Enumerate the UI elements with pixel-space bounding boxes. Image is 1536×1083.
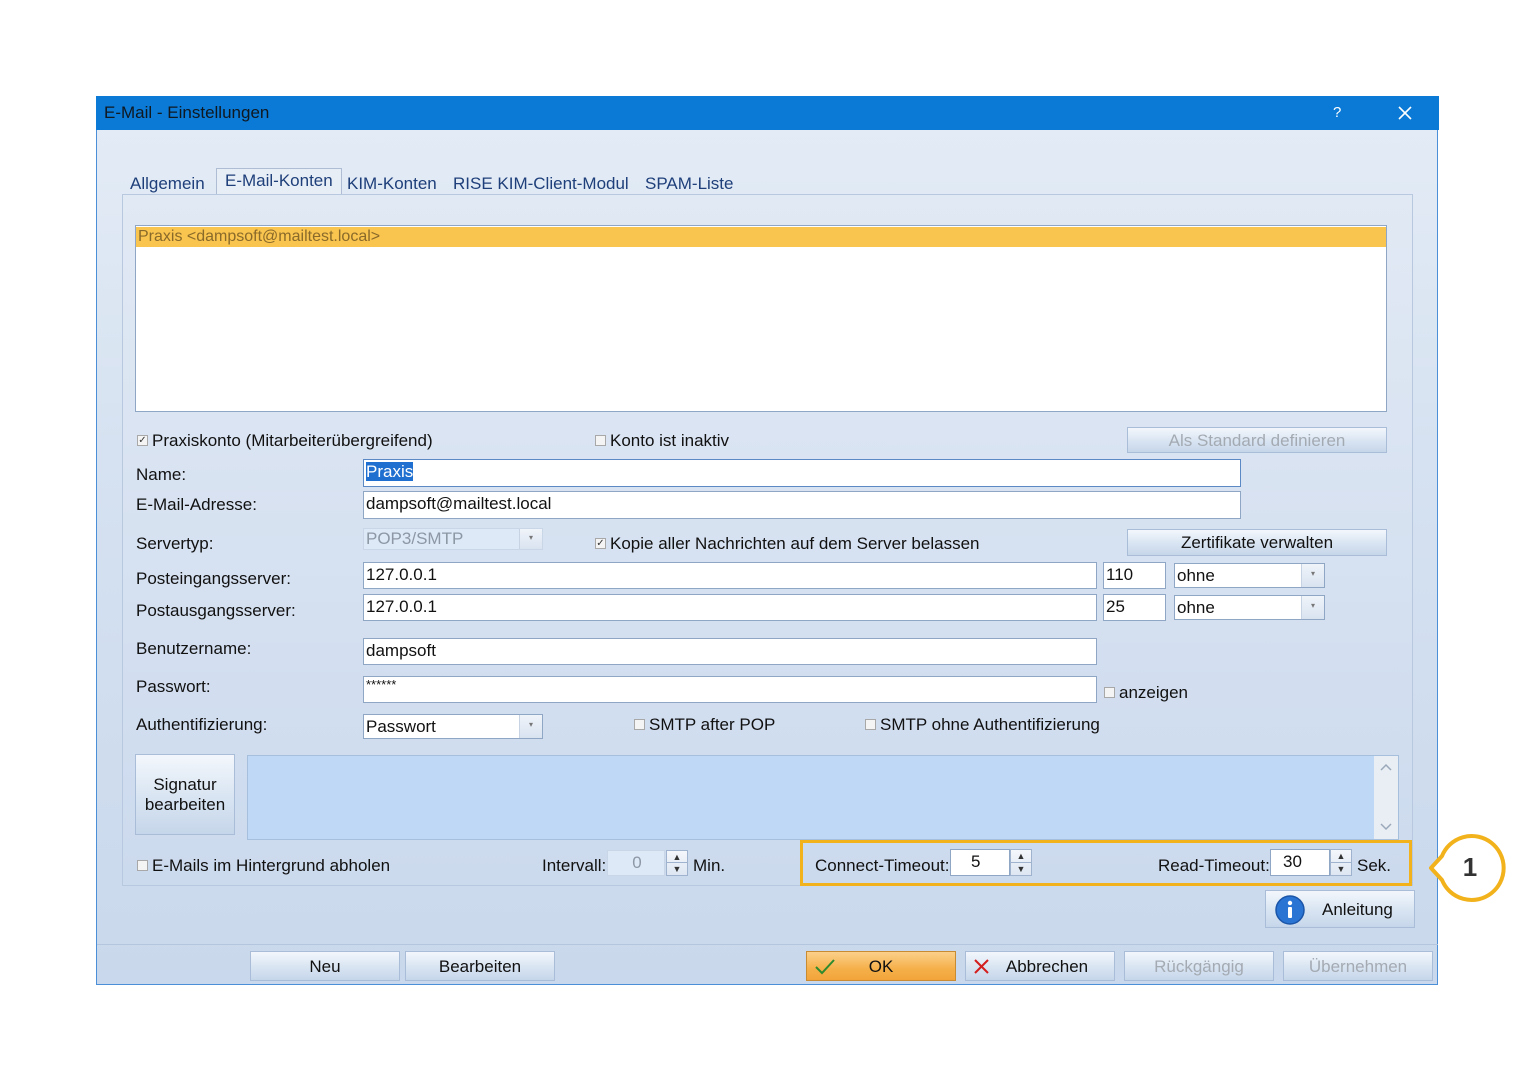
- smtp-after-pop-checkbox[interactable]: [634, 719, 645, 730]
- passwort-label: Passwort:: [136, 677, 211, 696]
- smtp-ohne-auth-checkbox[interactable]: [865, 719, 876, 730]
- email-label: E-Mail-Adresse:: [136, 495, 257, 514]
- posteingang-field[interactable]: 127.0.0.1: [363, 562, 1097, 589]
- account-list-item[interactable]: Praxis <dampsoft@mailtest.local>: [136, 227, 1386, 247]
- postausgang-field[interactable]: 127.0.0.1: [363, 594, 1097, 621]
- ok-label: OK: [868, 957, 894, 976]
- praxiskonto-checkbox[interactable]: ✓: [137, 435, 148, 446]
- footer-divider: [97, 944, 1438, 945]
- email-field[interactable]: dampsoft@mailtest.local: [363, 491, 1241, 519]
- hintergrund-label: E-Mails im Hintergrund abholen: [152, 856, 391, 875]
- posteingang-encryption-value: ohne: [1177, 566, 1215, 585]
- abbrechen-label: Abbrechen: [1005, 957, 1089, 976]
- smtp-after-pop-label: SMTP after POP: [649, 715, 776, 734]
- tab-allgemein[interactable]: Allgemein: [130, 174, 205, 194]
- signatur-button-line-1: Signatur: [153, 775, 217, 794]
- signatur-scrollbar[interactable]: [1374, 756, 1398, 839]
- posteingang-label: Posteingangsserver:: [136, 569, 291, 588]
- postausgang-encryption-dropdown-button[interactable]: ▾: [1301, 596, 1324, 619]
- zertifikate-verwalten-button[interactable]: Zertifikate verwalten: [1127, 529, 1387, 556]
- name-label: Name:: [136, 465, 187, 484]
- konto-inaktiv-checkbox[interactable]: [595, 435, 606, 446]
- smtp-ohne-auth-label: SMTP ohne Authentifizierung: [880, 715, 1100, 734]
- close-button[interactable]: [1395, 103, 1415, 123]
- info-icon: [1275, 895, 1305, 925]
- anzeigen-label: anzeigen: [1119, 683, 1189, 702]
- anleitung-label: Anleitung: [1322, 900, 1393, 919]
- intervall-field[interactable]: 0: [607, 850, 665, 876]
- timeout-highlight-frame: [800, 840, 1412, 886]
- servertyp-dropdown-button[interactable]: ▾: [519, 529, 542, 549]
- intervall-label: Intervall:: [542, 856, 607, 875]
- help-button[interactable]: ?: [1333, 104, 1341, 121]
- passwort-field[interactable]: ******: [363, 676, 1097, 703]
- postausgang-port-field[interactable]: 25: [1103, 594, 1166, 621]
- neu-button[interactable]: Neu: [250, 951, 400, 981]
- authentifizierung-label: Authentifizierung:: [136, 715, 268, 734]
- servertyp-label: Servertyp:: [136, 534, 214, 553]
- posteingang-encryption-dropdown-button[interactable]: ▾: [1301, 564, 1324, 587]
- abbrechen-button[interactable]: Abbrechen: [965, 951, 1115, 981]
- anzeigen-checkbox[interactable]: [1104, 687, 1115, 698]
- anleitung-button[interactable]: Anleitung: [1265, 890, 1415, 928]
- rueckgaengig-button[interactable]: Rückgängig: [1124, 951, 1274, 981]
- stepper-down-icon[interactable]: ▼: [667, 863, 687, 875]
- intervall-stepper[interactable]: ▲ ▼: [666, 850, 688, 876]
- signatur-bearbeiten-button[interactable]: Signatur bearbeiten: [135, 754, 235, 835]
- praxiskonto-label: Praxiskonto (Mitarbeiterübergreifend): [152, 431, 433, 450]
- account-list-item-label: Praxis <dampsoft@mailtest.local>: [138, 228, 381, 245]
- signatur-textarea[interactable]: [247, 755, 1399, 840]
- signatur-button-line-2: bearbeiten: [144, 795, 226, 814]
- bearbeiten-button[interactable]: Bearbeiten: [405, 951, 555, 981]
- chevron-down-icon: ▾: [528, 533, 533, 542]
- benutzername-label: Benutzername:: [136, 639, 252, 658]
- account-list[interactable]: [135, 225, 1387, 412]
- stepper-up-icon[interactable]: ▲: [667, 851, 687, 863]
- cancel-icon: [974, 959, 989, 974]
- hintergrund-checkbox[interactable]: [137, 860, 148, 871]
- chevron-down-icon: [1380, 823, 1392, 831]
- kopie-checkbox[interactable]: ✓: [595, 538, 606, 549]
- authentifizierung-dropdown-button[interactable]: ▾: [519, 715, 542, 738]
- tab-rise-kim-client-modul[interactable]: RISE KIM-Client-Modul: [453, 174, 629, 194]
- tab-spam-liste[interactable]: SPAM-Liste: [645, 174, 734, 194]
- name-field-value: Praxis: [366, 462, 414, 481]
- posteingang-port-field[interactable]: 110: [1103, 562, 1166, 589]
- tab-email-konten[interactable]: E-Mail-Konten: [216, 168, 342, 197]
- intervall-value: 0: [632, 853, 642, 872]
- tab-kim-konten[interactable]: KIM-Konten: [347, 174, 437, 194]
- uebernehmen-button[interactable]: Übernehmen: [1283, 951, 1433, 981]
- konto-inaktiv-label: Konto ist inaktiv: [610, 431, 730, 450]
- checkmark-icon: [815, 959, 835, 975]
- authentifizierung-select[interactable]: Passwort: [363, 714, 543, 739]
- chevron-down-icon: ▾: [1310, 601, 1315, 610]
- title-bar[interactable]: [96, 96, 1439, 130]
- authentifizierung-value: Passwort: [366, 717, 436, 736]
- name-field[interactable]: Praxis: [363, 459, 1241, 487]
- ok-button[interactable]: OK: [806, 951, 956, 981]
- kopie-label: Kopie aller Nachrichten auf dem Server b…: [610, 534, 980, 553]
- close-icon: [1398, 106, 1412, 120]
- window-title: E-Mail - Einstellungen: [104, 103, 270, 122]
- servertyp-select[interactable]: POP3/SMTP: [363, 528, 543, 550]
- postausgang-encryption-value: ohne: [1177, 598, 1215, 617]
- intervall-unit: Min.: [693, 856, 726, 875]
- servertyp-value: POP3/SMTP: [366, 529, 464, 548]
- chevron-down-icon: ▾: [528, 720, 533, 729]
- chevron-down-icon: ▾: [1310, 569, 1315, 578]
- postausgang-label: Postausgangsserver:: [136, 601, 296, 620]
- chevron-up-icon: [1380, 763, 1392, 771]
- benutzername-field[interactable]: dampsoft: [363, 638, 1097, 665]
- callout-number: 1: [1462, 852, 1478, 882]
- als-standard-definieren-button[interactable]: Als Standard definieren: [1127, 427, 1387, 453]
